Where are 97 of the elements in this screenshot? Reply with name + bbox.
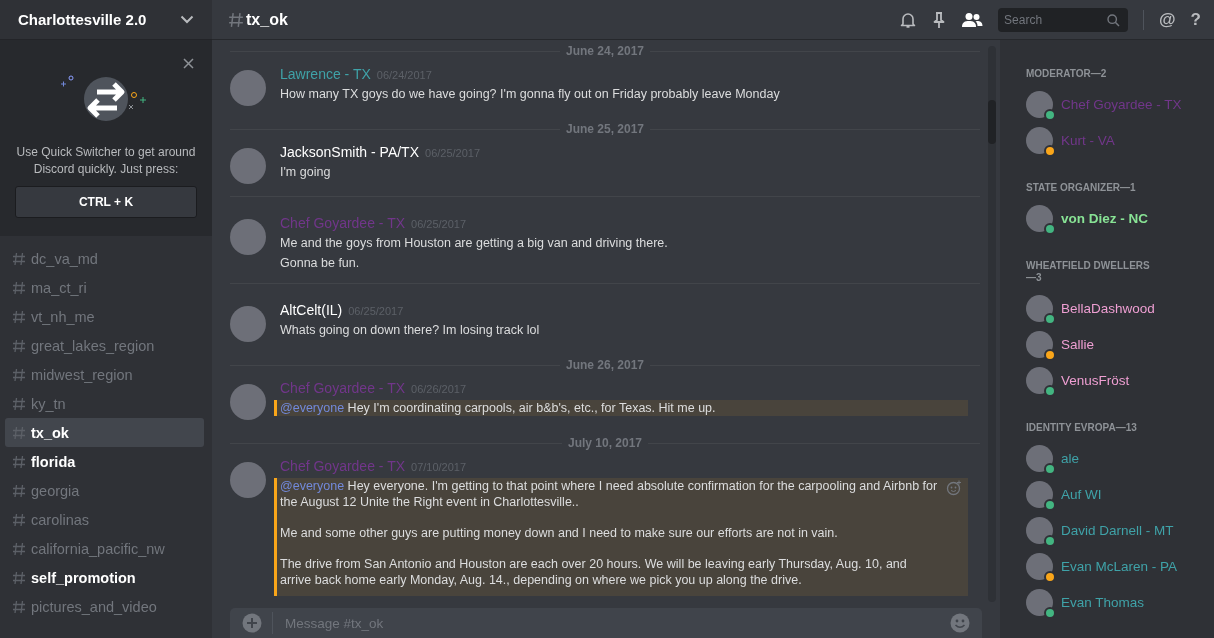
author-name[interactable]: AltCelt(IL) (280, 302, 343, 318)
channel-name: pictures_and_video (31, 598, 157, 615)
member-name: David Darnell - MT (1061, 522, 1174, 538)
pin-icon[interactable] (932, 10, 947, 29)
channel-name: tx_ok (31, 424, 69, 441)
member-name: Evan Thomas (1061, 594, 1145, 610)
channel-item[interactable]: georgia (5, 476, 204, 505)
hash-icon (12, 483, 26, 498)
search-icon (1107, 13, 1121, 27)
channel-title: tx_ok (246, 10, 288, 29)
message-text: Whats going on down there? Im losing track lol (280, 322, 541, 338)
channel-item[interactable]: self_promotion (5, 563, 204, 592)
member-name: Auf WI (1061, 486, 1102, 502)
channel-name: georgia (31, 482, 80, 499)
channel-name: great_lakes_region (31, 337, 155, 354)
message-text: How many TX goys do we have going? I'm gonna fly out on Friday probably leave Monday (280, 86, 781, 102)
hash-icon (12, 251, 26, 266)
channel-item[interactable]: great_lakes_region (5, 331, 204, 360)
avatar[interactable] (230, 70, 266, 106)
channel-item[interactable]: midwest_region (5, 360, 204, 389)
hash-icon (12, 599, 26, 614)
scrollbar-thumb[interactable] (988, 100, 996, 144)
member-name: Kurt - VA (1061, 132, 1115, 148)
channel-name: ky_tn (31, 395, 66, 412)
chevron-down-icon (180, 15, 194, 24)
role-heading: STATE ORGANIZER—1 (1026, 182, 1137, 194)
channel-item[interactable]: pictures_and_video (5, 592, 204, 621)
channel-item[interactable]: carolinas (5, 505, 204, 534)
message-text: Me and the goys from Houston are getting a big van and driving there. (280, 235, 669, 251)
member-name: von Diez - NC (1061, 210, 1148, 226)
hash-icon (12, 367, 26, 382)
hash-icon (12, 512, 26, 527)
channel-item[interactable]: tx_ok (5, 418, 204, 447)
date-divider: June 24, 2017 (564, 44, 646, 58)
channel-item[interactable]: california_pacific_nw (5, 534, 204, 563)
plus-icon[interactable] (242, 613, 262, 633)
message-text: The drive from San Antonio and Houston are each over 20 hours. We will be leaving early Thursday, Aug. 10, and arrive back home early Monday, Aug. 14., depending on where we pick you up along the drive. (280, 556, 908, 588)
emoji-icon[interactable] (950, 613, 970, 633)
member-name: Evan McLaren - PA (1061, 558, 1178, 574)
hash-icon (12, 396, 26, 411)
channel-name: ma_ct_ri (31, 279, 87, 296)
hash-icon (12, 454, 26, 469)
message-text: Gonna be fun. (280, 255, 361, 271)
channel-name: carolinas (31, 511, 90, 528)
hash-icon (12, 425, 26, 440)
date-divider: June 26, 2017 (564, 358, 646, 372)
channel-item[interactable]: dc_va_md (5, 244, 204, 273)
scrollbar[interactable] (988, 46, 996, 602)
avatar[interactable] (230, 148, 266, 184)
channel-name: dc_va_md (31, 250, 98, 267)
role-heading: WHEATFIELD DWELLERS—3 (1026, 260, 1151, 284)
hash-icon (228, 11, 244, 28)
mentions-button[interactable]: @ (1159, 9, 1176, 30)
search-field[interactable]: Search (998, 7, 1129, 32)
date-divider: July 10, 2017 (566, 436, 644, 450)
member-name: ale (1061, 450, 1079, 466)
author-name[interactable]: Lawrence - TX (280, 66, 371, 82)
channel-item[interactable]: vt_nh_me (5, 302, 204, 331)
message-text: @everyone Hey everyone. I'm getting to that point where I need absolute confirmation for the carpooling and Airbnb for the August 12 Unite the Right event in Charlottesville.. (280, 478, 938, 510)
role-heading: IDENTITY EVROPA—13 (1026, 422, 1138, 434)
message-text: I'm going (280, 164, 332, 180)
channel-name: midwest_region (31, 366, 133, 383)
avatar[interactable] (230, 384, 266, 420)
mention-link[interactable]: @everyone (280, 479, 345, 493)
member-name: VenusFröst (1061, 372, 1130, 388)
channel-item[interactable]: ky_tn (5, 389, 204, 418)
avatar[interactable] (230, 462, 266, 498)
add-reaction-icon[interactable] (946, 480, 962, 496)
role-heading: MODERATOR—2 (1026, 68, 1108, 80)
bell-icon[interactable] (899, 10, 918, 29)
quick-switcher-hint: Use Quick Switcher to get around Discord quickly. Just press: (15, 144, 197, 178)
channel-name: florida (31, 453, 76, 470)
close-icon[interactable] (183, 58, 194, 69)
help-button[interactable]: ? (1190, 9, 1201, 30)
channel-name: vt_nh_me (31, 308, 95, 325)
hash-icon (12, 309, 26, 324)
hash-icon (12, 280, 26, 295)
channel-item[interactable]: ma_ct_ri (5, 273, 204, 302)
author-name[interactable]: JacksonSmith - PA/TX (280, 144, 419, 160)
shortcut-key: CTRL + K (15, 186, 197, 218)
channel-name: california_pacific_nw (31, 540, 165, 557)
channel-item[interactable]: florida (5, 447, 204, 476)
message-text: @everyone Hey I'm coordinating carpools, air b&b's, etc., for Texas. Hit me up. (280, 400, 717, 416)
member-name: BellaDashwood (1061, 300, 1155, 316)
avatar[interactable] (230, 219, 266, 255)
message-text: Me and some other guys are putting money down and I need to make sure our efforts are not in vain. (280, 525, 839, 541)
hash-icon (12, 338, 26, 353)
member-name: Sallie (1061, 336, 1095, 352)
hash-icon (12, 570, 26, 585)
channel-name: self_promotion (31, 569, 136, 586)
hash-icon (12, 541, 26, 556)
server-name: Charlottesville 2.0 (18, 11, 147, 28)
members-icon[interactable] (961, 11, 984, 28)
avatar[interactable] (230, 306, 266, 342)
date-divider: June 25, 2017 (564, 122, 646, 136)
member-name: Chef Goyardee - TX (1061, 96, 1182, 112)
mention-link[interactable]: @everyone (280, 401, 345, 415)
